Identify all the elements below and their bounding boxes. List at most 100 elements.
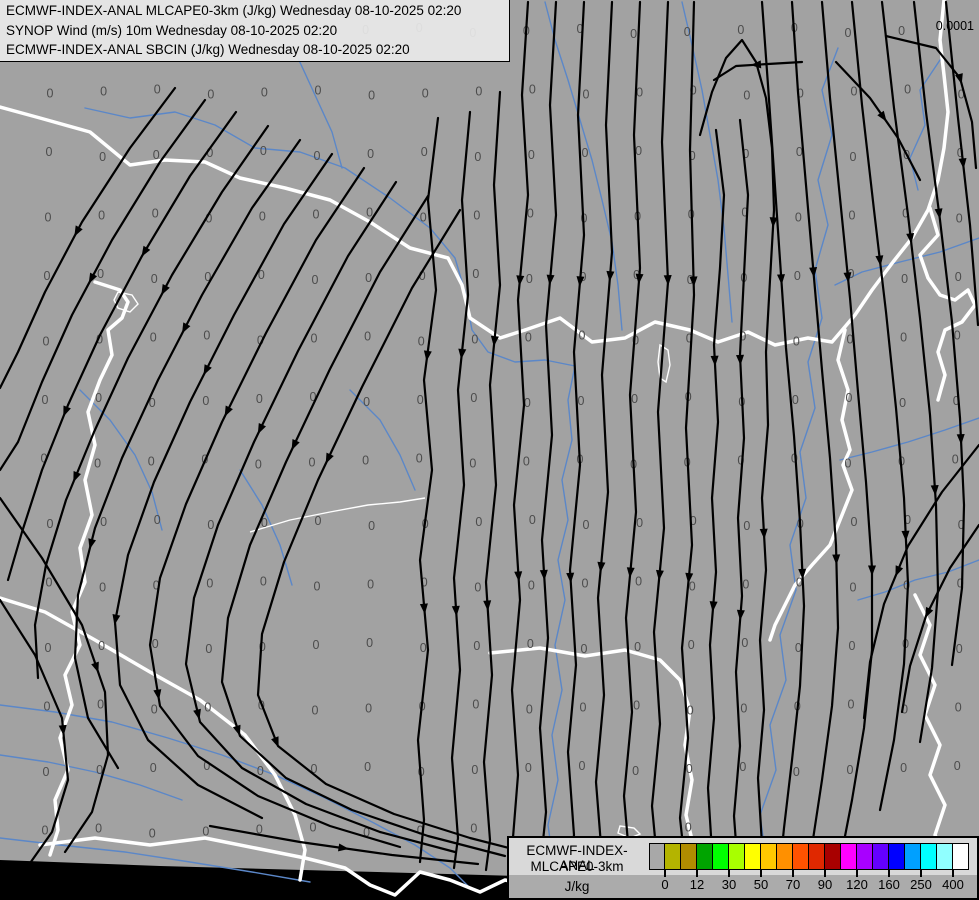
station-value: 0: [635, 144, 642, 158]
station-value: 0: [418, 335, 425, 349]
station-value: 0: [737, 23, 744, 37]
station-value: 0: [743, 519, 750, 533]
colorbar-swatch: [953, 843, 969, 870]
station-value: 0: [955, 270, 962, 284]
station-value: 0: [365, 271, 372, 285]
colorbar-tick-label: 90: [817, 877, 833, 892]
station-value: 0: [582, 577, 589, 591]
colorbar-swatch: [905, 843, 921, 870]
colorbar-swatch: [921, 843, 937, 870]
station-value: 0: [475, 515, 482, 529]
station-value: 0: [472, 267, 479, 281]
station-value: 0: [202, 825, 209, 839]
station-value: 0: [204, 701, 211, 715]
station-value: 0: [255, 458, 262, 472]
station-value: 0: [529, 513, 536, 527]
station-value: 0: [99, 581, 106, 595]
station-value: 0: [311, 332, 318, 346]
station-value: 0: [95, 822, 102, 836]
station-value: 0: [100, 515, 107, 529]
station-value: 0: [687, 704, 694, 718]
station-value: 0: [100, 85, 107, 99]
station-value: 0: [741, 636, 748, 650]
station-value: 0: [686, 762, 693, 776]
station-value: 0: [42, 393, 49, 407]
station-value: 0: [98, 209, 105, 223]
colorbar-swatch: [649, 843, 665, 870]
station-value: 0: [580, 701, 587, 715]
station-value: 0: [583, 88, 590, 102]
colorbar-swatch: [681, 843, 697, 870]
colorbar-swatch: [777, 843, 793, 870]
map-header-box: ECMWF-INDEX-ANAL MLCAPE0-3km (J/kg) Wedn…: [0, 0, 510, 62]
station-value: 0: [97, 698, 104, 712]
station-value: 0: [954, 329, 961, 343]
station-value: 0: [46, 145, 53, 159]
station-value: 0: [848, 698, 855, 712]
station-value: 0: [362, 454, 369, 468]
colorbar-tick: [760, 870, 762, 877]
station-value: 0: [851, 515, 858, 529]
station-value: 0: [901, 272, 908, 286]
station-value: 0: [473, 639, 480, 653]
header-line-sbcin: ECMWF-INDEX-ANAL SBCIN (J/kg) Wednesday …: [6, 42, 410, 57]
station-value: 0: [898, 24, 905, 38]
station-value: 0: [578, 394, 585, 408]
station-value: 0: [43, 765, 50, 779]
station-value: 0: [742, 578, 749, 592]
colorbar-tick-label: 12: [689, 877, 705, 892]
station-value: 0: [151, 272, 158, 286]
station-value: 0: [849, 639, 856, 653]
station-value: 0: [525, 761, 532, 775]
station-value: 0: [416, 452, 423, 466]
station-value: 0: [45, 641, 52, 655]
station-value: 0: [47, 87, 54, 101]
station-value: 0: [634, 640, 641, 654]
colorbar-swatch: [761, 843, 777, 870]
station-value: 0: [154, 83, 161, 97]
station-value: 0: [583, 518, 590, 532]
station-value: 0: [312, 273, 319, 287]
colorbar-tick-label: 250: [910, 877, 932, 892]
station-value: 0: [260, 144, 267, 158]
station-value: 0: [150, 761, 157, 775]
colorbar-swatch: [841, 843, 857, 870]
station-value: 0: [470, 822, 477, 836]
colorbar-swatch: [793, 843, 809, 870]
colorbar-tick: [952, 870, 954, 877]
station-value: 0: [368, 519, 375, 533]
station-value: 0: [899, 396, 906, 410]
station-value: 0: [739, 760, 746, 774]
station-value: 0: [97, 267, 104, 281]
colorbar-swatch: [825, 843, 841, 870]
colorbar-tick: [824, 870, 826, 877]
colorbar-tick-label: 400: [942, 877, 964, 892]
station-value: 0: [44, 700, 51, 714]
station-value: 0: [900, 331, 907, 345]
station-value: 0: [95, 391, 102, 405]
header-line-synop-wind: SYNOP Wind (m/s) 10m Wednesday 08-10-202…: [6, 22, 338, 38]
station-value: 0: [952, 453, 959, 467]
station-value: 0: [955, 701, 962, 715]
station-value: 0: [470, 391, 477, 405]
station-value: 0: [366, 636, 373, 650]
station-value: 0: [310, 821, 317, 835]
station-value: 0: [43, 335, 50, 349]
station-value: 0: [45, 211, 52, 225]
station-value: 0: [474, 581, 481, 595]
station-value: 0: [363, 395, 370, 409]
station-value: 0: [526, 703, 533, 717]
station-value-sbcin: 0.0001: [935, 19, 974, 33]
colorbar-tick-label: 30: [721, 877, 737, 892]
colorbar-tick: [856, 870, 858, 877]
station-value: 0: [46, 576, 53, 590]
station-value: 0: [526, 272, 533, 286]
station-value: 0: [846, 391, 853, 405]
station-value: 0: [473, 209, 480, 223]
colorbar-tick-label: 0: [661, 877, 669, 892]
header-line-mlcape: ECMWF-INDEX-ANAL MLCAPE0-3km (J/kg) Wedn…: [6, 3, 462, 18]
map-canvas: 0 0 0 0 0 0 0 0 0 0 0 0 0 0 0 0 0 0 0 0 0 0 0 0 0 0 0 0 0 0 0 0 0 0 0 0 0 0 0 0…: [0, 0, 979, 900]
station-value: 0: [313, 638, 320, 652]
station-value: 0: [94, 457, 101, 471]
station-value: 0: [207, 518, 214, 532]
